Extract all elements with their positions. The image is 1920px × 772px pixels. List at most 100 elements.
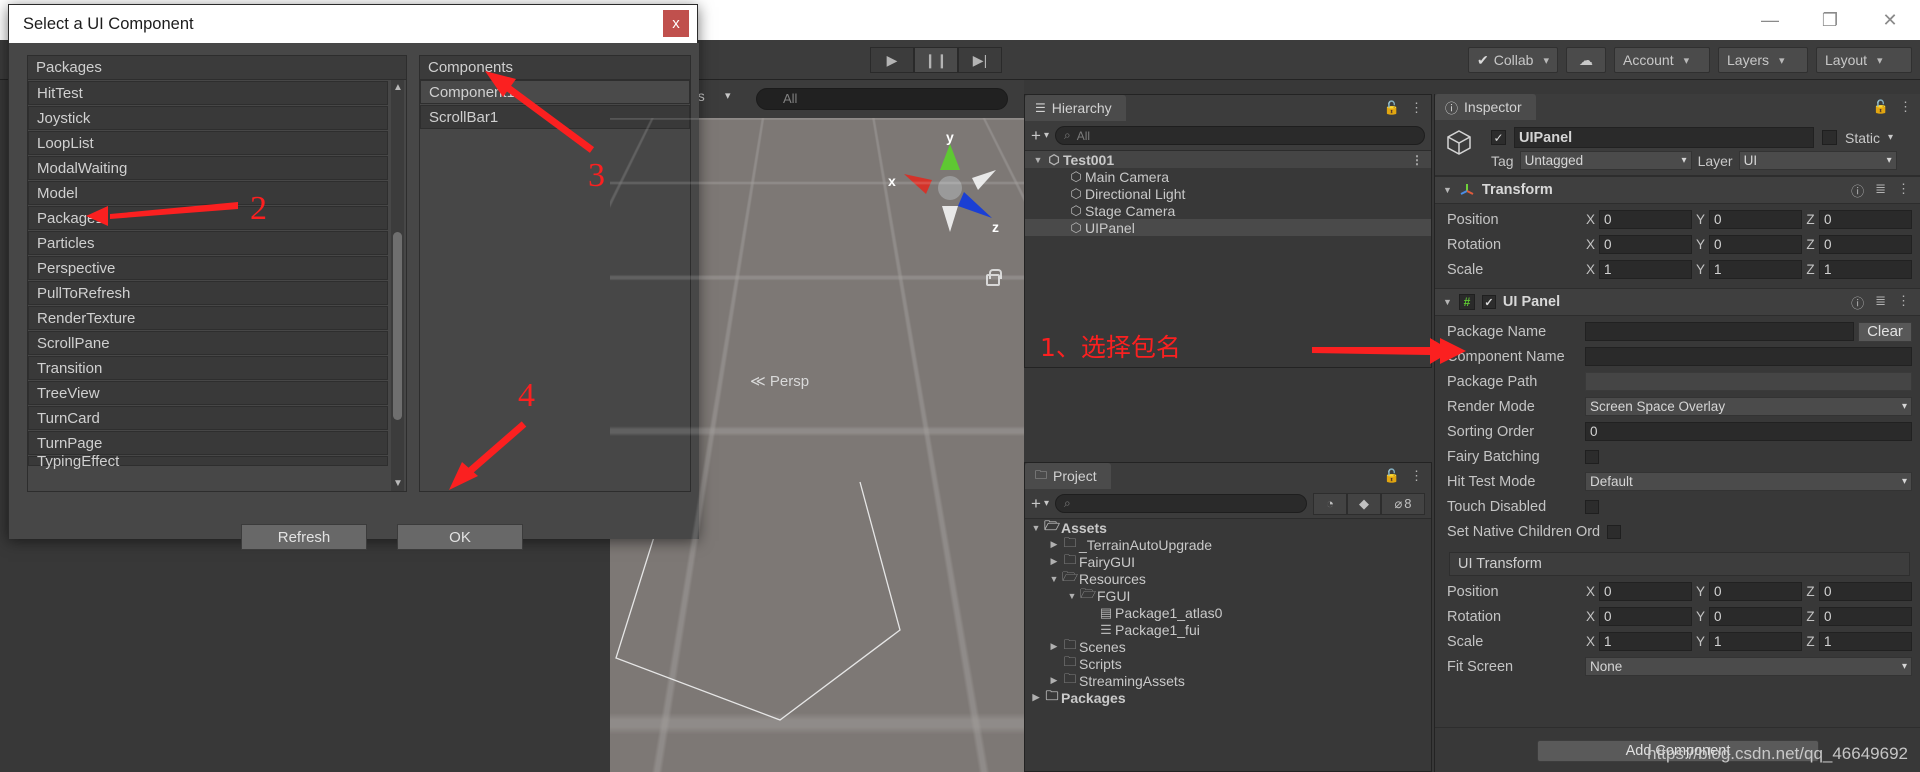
transform-scale-x-input[interactable]: 1 — [1599, 260, 1692, 279]
kebab-menu-icon[interactable]: ⋮ — [1899, 99, 1912, 115]
package-name-input[interactable] — [1585, 322, 1854, 341]
fairy-batching-checkbox[interactable] — [1585, 449, 1599, 464]
gameobject-name-input[interactable]: UIPanel — [1514, 127, 1814, 148]
hierarchy-item-main-camera[interactable]: ⬡ Main Camera — [1025, 168, 1431, 185]
expand-caret-icon[interactable]: ▶ — [1029, 692, 1043, 703]
hidden-count-button[interactable]: ⌀ 8 — [1381, 492, 1425, 515]
package-list-item[interactable]: Transition — [28, 356, 388, 380]
scroll-down-icon[interactable]: ▼ — [393, 478, 403, 489]
ok-button[interactable]: OK — [397, 524, 523, 550]
package-list-item[interactable]: LoopList — [28, 131, 388, 155]
project-search-input[interactable]: ⌕ — [1054, 494, 1307, 513]
transform-rotation-x-input[interactable]: 0 — [1599, 235, 1692, 254]
expand-caret-icon[interactable]: ▼ — [1047, 574, 1061, 584]
ui-transform-scale-x-input[interactable]: 1 — [1599, 632, 1692, 651]
package-list-item[interactable]: PullToRefresh — [28, 281, 388, 305]
project-item-fgui[interactable]: ▼ 🗁 FGUI — [1025, 586, 1431, 604]
collapse-caret-icon[interactable]: ▼ — [1443, 185, 1452, 195]
expand-caret-icon[interactable]: ▼ — [1031, 155, 1045, 165]
tab-inspector[interactable]: ⓘ Inspector — [1435, 94, 1536, 120]
ui-transform-position-x-input[interactable]: 0 — [1599, 582, 1692, 601]
transform-component-header[interactable]: ▼ Transform ⓘ ≣ ⋮ — [1435, 176, 1920, 204]
project-item-streamingassets[interactable]: ▶ 🗀 StreamingAssets — [1025, 671, 1431, 689]
expand-caret-icon[interactable]: ▶ — [1047, 641, 1061, 652]
refresh-button[interactable]: Refresh — [241, 524, 367, 550]
package-list-item[interactable]: ModalWaiting — [28, 156, 388, 180]
scene-lock-icon[interactable] — [986, 269, 1002, 286]
asset-filter-icon[interactable]: ◔ — [1313, 492, 1347, 515]
layers-button[interactable]: Layers — [1718, 47, 1808, 73]
project-item-packages[interactable]: ▶ 🗀 Packages — [1025, 688, 1431, 706]
pause-button[interactable]: ❙❙ — [914, 47, 958, 73]
lock-icon[interactable]: 🔓 — [1873, 99, 1889, 115]
ui-transform-scale-z-input[interactable]: 1 — [1819, 632, 1912, 651]
expand-caret-icon[interactable]: ▶ — [1047, 675, 1061, 686]
static-checkbox[interactable] — [1822, 130, 1837, 145]
project-item-fairygui[interactable]: ▶ 🗀 FairyGUI — [1025, 552, 1431, 570]
package-list-item[interactable]: Model — [28, 181, 388, 205]
packages-scroll-thumb[interactable] — [393, 232, 402, 420]
expand-caret-icon[interactable]: ▶ — [1047, 556, 1061, 567]
package-list-item[interactable]: TreeView — [28, 381, 388, 405]
account-button[interactable]: Account — [1614, 47, 1710, 73]
static-chevron-down-icon[interactable]: ▾ — [1888, 132, 1893, 143]
window-maximize-icon[interactable]: ❐ — [1800, 0, 1860, 40]
help-icon[interactable]: ⓘ — [1851, 293, 1864, 312]
packages-scrollbar[interactable]: ▲ ▼ — [391, 80, 404, 491]
kebab-menu-icon[interactable]: ⋮ — [1410, 468, 1423, 484]
transform-position-z-input[interactable]: 0 — [1819, 210, 1912, 229]
component-list-item[interactable]: Component1 — [420, 80, 690, 104]
kebab-menu-icon[interactable]: ⋮ — [1897, 181, 1910, 200]
step-button[interactable]: ▶| — [958, 47, 1002, 73]
uipanel-component-header[interactable]: ▼ # ✓ UI Panel ⓘ ≣ ⋮ — [1435, 288, 1920, 316]
lock-icon[interactable]: 🔓 — [1384, 468, 1400, 484]
fit-screen-dropdown[interactable]: None ▾ — [1585, 657, 1912, 676]
ui-transform-scale-y-input[interactable]: 1 — [1709, 632, 1802, 651]
transform-position-y-input[interactable]: 0 — [1709, 210, 1802, 229]
scene-search-input[interactable]: All — [756, 88, 1008, 110]
clear-button[interactable]: Clear — [1858, 321, 1912, 342]
components-items[interactable]: Component1 ScrollBar1 — [420, 80, 690, 129]
expand-caret-icon[interactable]: ▼ — [1065, 591, 1079, 601]
help-icon[interactable]: ⓘ — [1851, 181, 1864, 200]
project-item--terrainautoupgrade[interactable]: ▶ 🗀 _TerrainAutoUpgrade — [1025, 535, 1431, 553]
project-item-scripts[interactable]: 🗀 Scripts — [1025, 654, 1431, 672]
expand-caret-icon[interactable]: ▶ — [1047, 539, 1061, 550]
hierarchy-item-uipanel[interactable]: ⬡ UIPanel — [1025, 219, 1431, 236]
layout-button[interactable]: Layout — [1816, 47, 1912, 73]
package-list-item[interactable]: Perspective — [28, 256, 388, 280]
uipanel-enabled-checkbox[interactable]: ✓ — [1481, 295, 1496, 309]
project-item-scenes[interactable]: ▶ 🗀 Scenes — [1025, 637, 1431, 655]
ui-transform-position-z-input[interactable]: 0 — [1819, 582, 1912, 601]
sorting-order-input[interactable]: 0 — [1585, 422, 1912, 441]
cloud-button[interactable]: ☁ — [1566, 47, 1606, 73]
transform-rotation-z-input[interactable]: 0 — [1819, 235, 1912, 254]
project-add-button[interactable]: + ▾ — [1031, 494, 1049, 514]
package-list-item[interactable]: ScrollPane — [28, 331, 388, 355]
tab-project[interactable]: 🗀 Project — [1025, 463, 1111, 489]
packages-items[interactable]: HeadBarHitTest Joystick LoopList ModalWaiti… — [28, 80, 406, 470]
lock-icon[interactable]: 🔓 — [1384, 100, 1400, 116]
package-list-item[interactable]: Particles — [28, 231, 388, 255]
package-list-item[interactable]: Joystick — [28, 106, 388, 130]
package-list-item[interactable]: TurnPage — [28, 431, 388, 455]
label-filter-icon[interactable]: ◆ — [1347, 492, 1381, 515]
transform-scale-z-input[interactable]: 1 — [1819, 260, 1912, 279]
project-item-package1-fui[interactable]: ☰ Package1_fui — [1025, 621, 1431, 638]
ui-transform-rotation-z-input[interactable]: 0 — [1819, 607, 1912, 626]
window-minimize-icon[interactable]: — — [1740, 0, 1800, 40]
play-button[interactable]: ▶ — [870, 47, 914, 73]
hierarchy-search-input[interactable]: ⌕ All — [1054, 126, 1425, 145]
scene-os-chevron-down-icon[interactable]: ▾ — [725, 89, 731, 102]
project-tree[interactable]: ▼ 🗁 Assets ▶ 🗀 _TerrainAutoUpgrade ▶ 🗀 FairyGUI ▼… — [1025, 518, 1431, 706]
kebab-menu-icon[interactable]: ⋮ — [1410, 100, 1423, 116]
ui-transform-position-y-input[interactable]: 0 — [1709, 582, 1802, 601]
preset-icon[interactable]: ≣ — [1875, 293, 1886, 312]
transform-rotation-y-input[interactable]: 0 — [1709, 235, 1802, 254]
component-name-input[interactable] — [1585, 347, 1912, 366]
set-native-children-checkbox[interactable] — [1607, 524, 1621, 539]
hierarchy-item-test001[interactable]: ▼ ⬡ Test001 ⋮ — [1025, 151, 1431, 168]
window-close-icon[interactable]: ✕ — [1860, 0, 1920, 40]
project-item-package1-atlas0[interactable]: ▤ Package1_atlas0 — [1025, 604, 1431, 621]
expand-caret-icon[interactable]: ▼ — [1029, 523, 1043, 533]
